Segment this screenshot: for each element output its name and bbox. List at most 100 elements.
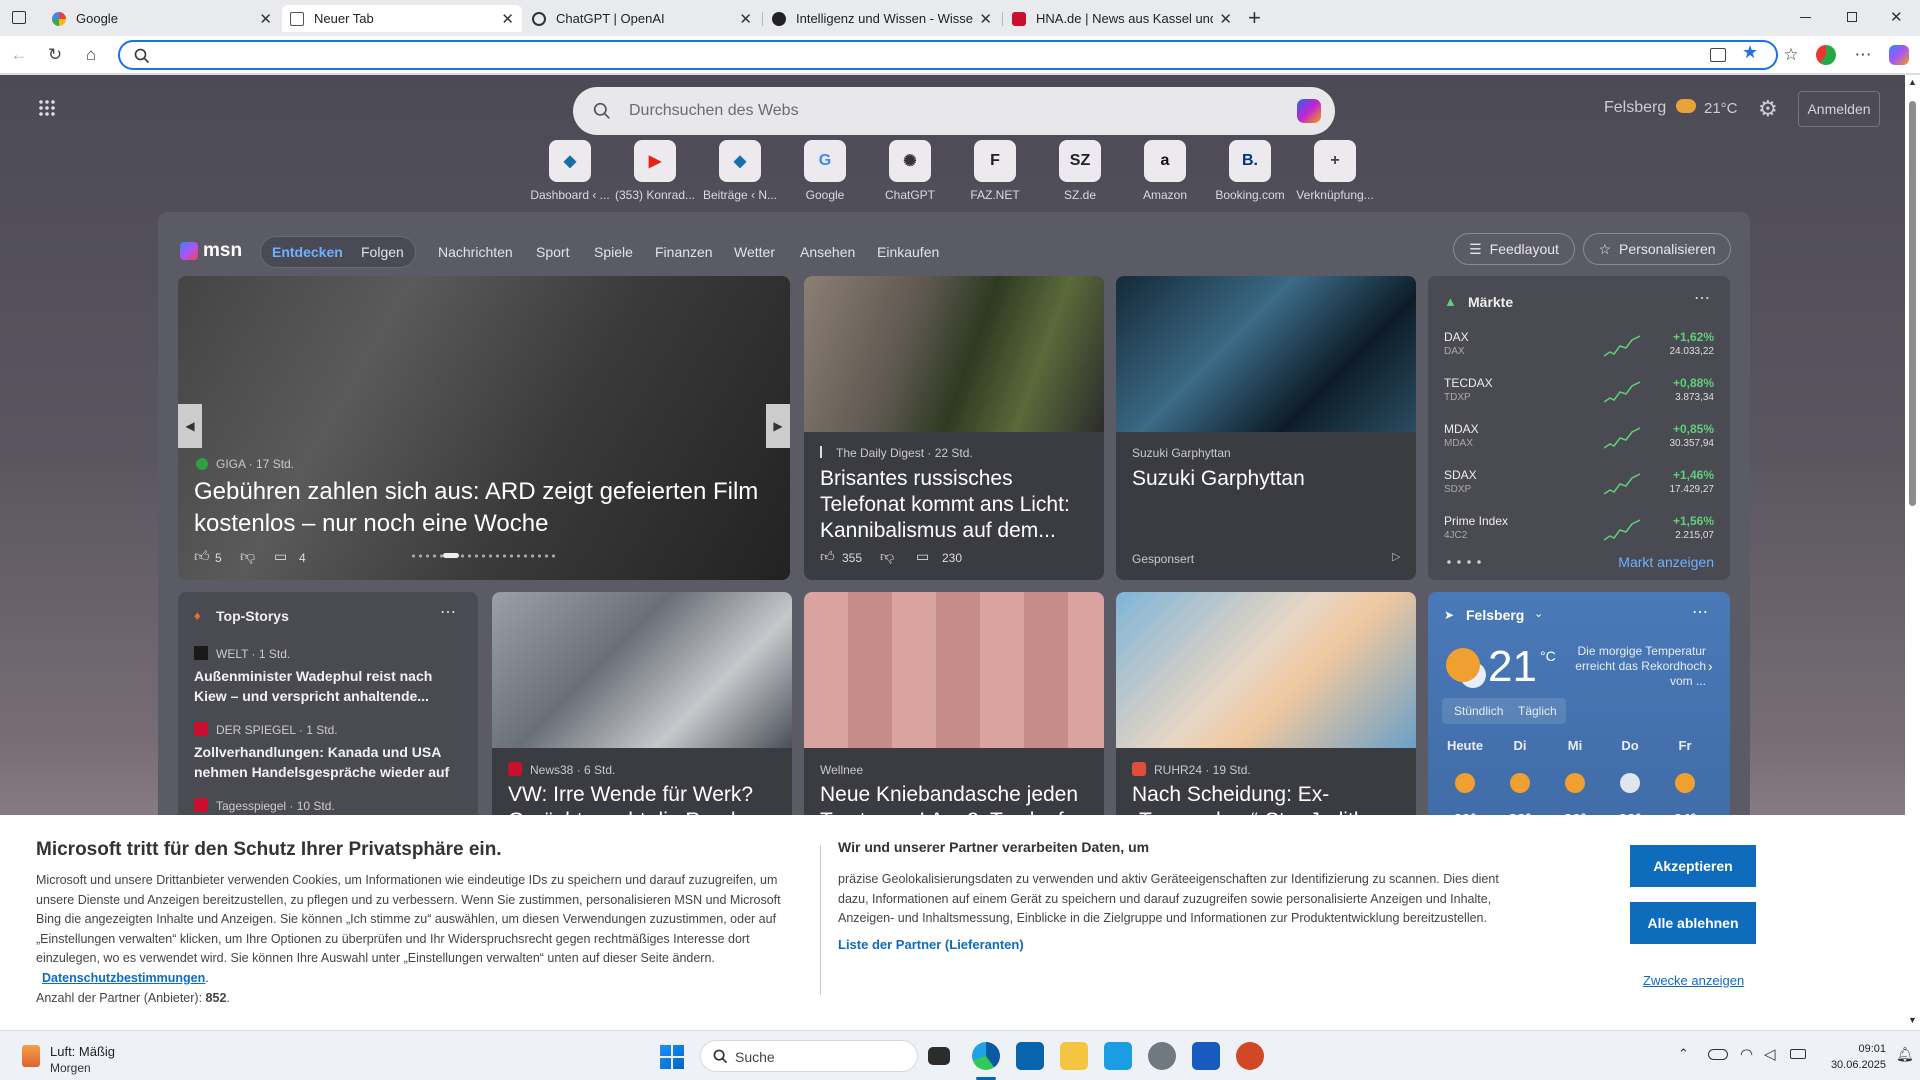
accept-button[interactable]: Akzeptieren: [1630, 845, 1756, 887]
weather-location[interactable]: Felsberg: [1466, 607, 1524, 623]
market-row[interactable]: SDAX SDXP +1,46% 17.429,27: [1444, 464, 1714, 508]
settings-gear-icon[interactable]: ⚙: [1758, 96, 1778, 122]
chevron-right-icon[interactable]: ›: [1708, 658, 1713, 674]
tab-actions-icon[interactable]: [12, 11, 26, 24]
powerpoint-icon[interactable]: [1236, 1042, 1264, 1070]
scroll-down-icon[interactable]: ▼: [1908, 1015, 1917, 1025]
carousel-prev-button[interactable]: ◀: [178, 404, 202, 448]
news-card[interactable]: WellneeNeue Kniebandasche jeden Tag trag…: [804, 592, 1104, 852]
tab-google[interactable]: Google ✕: [44, 5, 280, 32]
hero-card[interactable]: ◀ ▶ GIGA · 17 Std. Gebühren zahlen sich …: [178, 276, 790, 580]
minimize-icon[interactable]: [1800, 17, 1811, 18]
news-card[interactable]: The Daily Digest · 22 Std. Brisantes rus…: [804, 276, 1104, 580]
news-card[interactable]: News38 · 6 Std. VW: Irre Wende für Werk? …: [492, 592, 792, 852]
more-icon[interactable]: ⋯: [440, 602, 456, 622]
apps-grid-icon[interactable]: [38, 99, 56, 117]
close-tab-icon[interactable]: ✕: [1219, 10, 1232, 28]
news-card[interactable]: RUHR24 · 19 Std.Nach Scheidung: Ex-„Tage…: [1116, 592, 1416, 852]
wifi-icon[interactable]: ◠: [1740, 1045, 1753, 1063]
nav-einkaufen[interactable]: Einkaufen: [877, 244, 939, 260]
air-quality-icon[interactable]: [22, 1045, 40, 1067]
extension-icon[interactable]: [1815, 44, 1837, 66]
nav-finanzen[interactable]: Finanzen: [655, 244, 713, 260]
nav-spiele[interactable]: Spiele: [594, 244, 633, 260]
clock-time[interactable]: 09:01: [1850, 1043, 1886, 1055]
outlook-icon[interactable]: [1016, 1042, 1044, 1070]
close-tab-icon[interactable]: ✕: [739, 10, 752, 28]
restore-icon[interactable]: [1847, 12, 1857, 22]
ad-headline[interactable]: Suzuki Garphyttan: [1132, 466, 1404, 492]
home-icon[interactable]: ⌂: [80, 44, 102, 66]
dislike-icon[interactable]: 👎︎: [240, 548, 255, 566]
nav-sport[interactable]: Sport: [536, 244, 569, 260]
copilot-icon[interactable]: [1888, 44, 1910, 66]
quick-link[interactable]: ◆ Beiträge ‹ N...: [698, 140, 782, 202]
comment-icon[interactable]: ▭: [274, 548, 287, 565]
partners-list-link[interactable]: Liste der Partner (Lieferanten): [838, 937, 1024, 952]
nav-folgen[interactable]: Folgen: [361, 244, 404, 260]
show-purposes-link[interactable]: Zwecke anzeigen: [1643, 973, 1744, 988]
scroll-up-icon[interactable]: ▲: [1908, 77, 1917, 87]
market-row[interactable]: DAX DAX +1,62% 24.033,22: [1444, 326, 1714, 370]
notifications-icon[interactable]: 🔔︎: [1896, 1046, 1914, 1063]
like-icon[interactable]: 👍︎: [194, 548, 210, 566]
split-screen-icon[interactable]: [1710, 48, 1726, 62]
quick-link[interactable]: F FAZ.NET: [953, 140, 1037, 202]
ad-play-icon[interactable]: ▷: [1392, 550, 1400, 563]
page-scrollbar[interactable]: ▲ ▼: [1905, 75, 1920, 1030]
weather-card[interactable]: ➤ Felsberg ⌄ ⋯ 21 °C Die morgige Tempera…: [1428, 592, 1730, 852]
settings-icon[interactable]: [1148, 1042, 1176, 1070]
top-stories-card[interactable]: ♦ Top-Storys ⋯ WELT · 1 Std. Außenministe…: [178, 592, 478, 852]
quick-link[interactable]: + Verknüpfung...: [1293, 140, 1377, 202]
more-icon[interactable]: ⋯: [1694, 288, 1710, 308]
signin-button[interactable]: Anmelden: [1798, 91, 1880, 127]
reload-icon[interactable]: ↻: [44, 44, 66, 66]
comment-icon[interactable]: ▭: [916, 548, 929, 565]
news-headline[interactable]: Brisantes russisches Telefonat kommt ans…: [820, 466, 1092, 544]
chevron-down-icon[interactable]: ⌄: [1534, 607, 1543, 620]
markets-card[interactable]: ▲ Märkte ⋯ Markt anzeigen DAX DAX +1,62% 24…: [1428, 276, 1730, 580]
story-headline[interactable]: Außenminister Wadephul reist nach Kiew –…: [194, 666, 454, 706]
favorite-star-icon[interactable]: ★: [1742, 42, 1758, 63]
markets-link[interactable]: Markt anzeigen: [1618, 554, 1714, 570]
air-quality-label[interactable]: Luft: Mäßig: [50, 1044, 115, 1059]
onedrive-icon[interactable]: [1708, 1049, 1728, 1060]
clock-date[interactable]: 30.06.2025: [1818, 1059, 1886, 1071]
tab-new-tab[interactable]: Neuer Tab ✕: [282, 5, 522, 32]
tray-chevron-icon[interactable]: ⌃: [1678, 1046, 1689, 1062]
task-view-icon[interactable]: [928, 1047, 950, 1065]
tab-chatgpt[interactable]: ChatGPT | OpenAI ✕: [524, 5, 760, 32]
address-bar[interactable]: ★: [118, 40, 1778, 70]
quick-link[interactable]: B. Booking.com: [1208, 140, 1292, 202]
close-tab-icon[interactable]: ✕: [979, 10, 992, 28]
market-row[interactable]: MDAX MDAX +0,85% 30.357,94: [1444, 418, 1714, 462]
dislike-icon[interactable]: 👎︎: [880, 548, 894, 565]
volume-icon[interactable]: ◁: [1764, 1045, 1776, 1063]
like-icon[interactable]: 👍︎: [820, 548, 835, 565]
nav-wetter[interactable]: Wetter: [734, 244, 775, 260]
close-tab-icon[interactable]: ✕: [501, 10, 514, 28]
hero-headline[interactable]: Gebühren zahlen sich aus: ARD zeigt gefe…: [194, 476, 784, 540]
market-row[interactable]: Prime Index 4JC2 +1,56% 2.215,07: [1444, 510, 1714, 554]
quick-link[interactable]: ✺ ChatGPT: [868, 140, 952, 202]
privacy-link[interactable]: Datenschutzbestimmungen: [42, 971, 205, 985]
personalize-button[interactable]: ☆ Personalisieren: [1583, 233, 1731, 265]
quick-link[interactable]: G Google: [783, 140, 867, 202]
nav-entdecken[interactable]: Entdecken: [272, 244, 343, 260]
taskbar-search[interactable]: Suche: [700, 1040, 918, 1072]
copilot-icon[interactable]: [1297, 99, 1321, 123]
tab-wissen[interactable]: Intelligenz und Wissen - Wissen v ✕: [764, 5, 1000, 32]
app-q-icon[interactable]: [1104, 1042, 1132, 1070]
battery-icon[interactable]: [1790, 1049, 1806, 1059]
file-explorer-icon[interactable]: [1060, 1042, 1088, 1070]
favorites-icon[interactable]: ☆: [1780, 44, 1802, 66]
tab-hna[interactable]: HNA.de | News aus Kassel und He ✕: [1004, 5, 1240, 32]
carousel-next-button[interactable]: ▶: [766, 404, 790, 448]
tab-hourly[interactable]: Stündlich: [1454, 704, 1503, 718]
feedlayout-button[interactable]: ☰ Feedlayout: [1453, 233, 1575, 265]
quick-link[interactable]: a Amazon: [1123, 140, 1207, 202]
quick-link[interactable]: ◆ Dashboard ‹ ...: [528, 140, 612, 202]
nav-nachrichten[interactable]: Nachrichten: [438, 244, 513, 260]
windows-start-icon[interactable]: [660, 1045, 684, 1069]
reject-all-button[interactable]: Alle ablehnen: [1630, 902, 1756, 944]
